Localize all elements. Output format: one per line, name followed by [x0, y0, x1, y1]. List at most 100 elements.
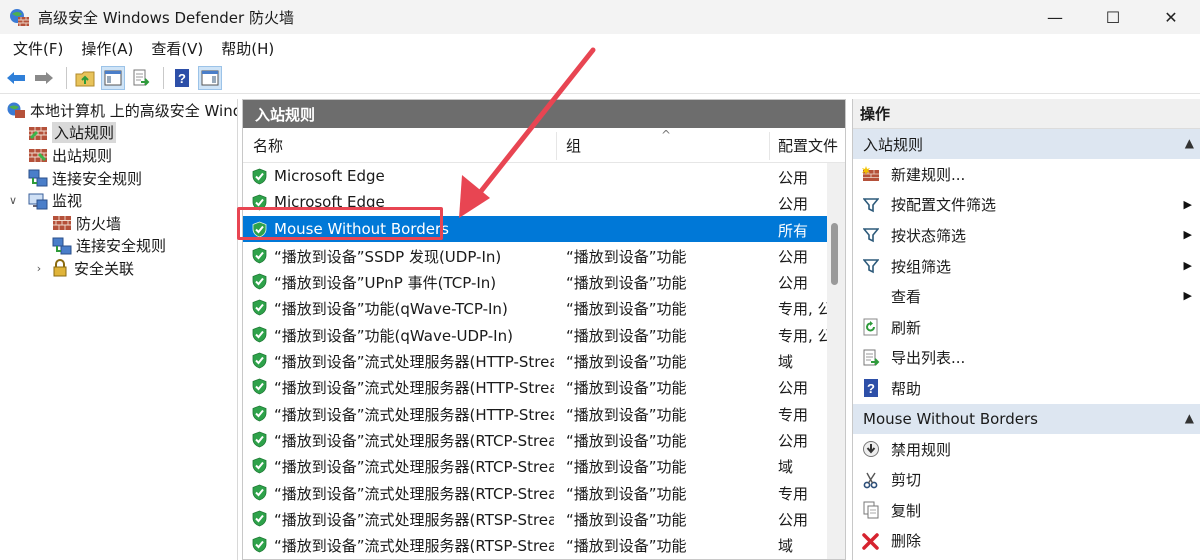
tree-item-monitoring[interactable]: ∨ 监视	[0, 189, 237, 212]
chevron-down-icon[interactable]: ∨	[6, 194, 20, 207]
action-item[interactable]: 按状态筛选 ▶	[853, 220, 1200, 251]
show-hide-console-tree-button[interactable]	[101, 65, 125, 90]
export-list-button[interactable]	[129, 66, 153, 90]
actions-section-inbound-rules[interactable]: 入站规则 ▲	[853, 129, 1200, 159]
table-row[interactable]: “播放到设备”流式处理服务器(RTCP-Streaming-In) “播放到设备”…	[243, 426, 828, 452]
table-row[interactable]: Microsoft Edge 公用	[243, 163, 828, 189]
tree-item-connection-security-rules[interactable]: 连接安全规则	[0, 167, 237, 190]
action-label: 新建规则...	[891, 165, 966, 184]
close-icon: ✕	[1164, 7, 1178, 27]
action-label: 查看	[891, 288, 922, 307]
action-item[interactable]: 新建规则...	[853, 159, 1200, 190]
actions-section-selected-rule[interactable]: Mouse Without Borders ▲	[853, 403, 1200, 434]
toolbar-separator	[163, 66, 164, 89]
action-item[interactable]: 复制	[853, 495, 1200, 526]
action-label: 按组筛选	[891, 257, 952, 276]
tree-item-label: 入站规则	[52, 122, 117, 144]
column-divider[interactable]	[556, 132, 557, 160]
maximize-button[interactable]: ☐	[1084, 0, 1142, 34]
submenu-arrow-icon: ▶	[1183, 289, 1192, 303]
submenu-arrow-icon: ▶	[1183, 258, 1192, 272]
rule-profile-cell: 域	[778, 458, 794, 477]
table-row[interactable]: “播放到设备”UPnP 事件(TCP-In) “播放到设备”功能 公用	[243, 268, 828, 294]
close-button[interactable]: ✕	[1142, 0, 1200, 34]
tree-item-inbound-rules[interactable]: 入站规则	[0, 122, 237, 145]
table-row[interactable]: “播放到设备”流式处理服务器(RTSP-Streaming-In) “播放到设备”…	[243, 531, 828, 557]
action-item[interactable]: 剪切	[853, 464, 1200, 495]
firewall-root-icon	[6, 101, 26, 119]
show-hide-action-pane-button[interactable]	[198, 65, 222, 90]
collapse-up-icon[interactable]: ▲	[1185, 136, 1194, 150]
chevron-right-icon[interactable]: ›	[32, 262, 46, 275]
table-row[interactable]: “播放到设备”功能(qWave-TCP-In) “播放到设备”功能 专用, 公用	[243, 294, 828, 320]
submenu-arrow-icon: ▶	[1183, 197, 1192, 211]
column-divider[interactable]	[769, 132, 770, 160]
rule-name-cell: “播放到设备”流式处理服务器(HTTP-Streaming-In)	[274, 379, 554, 398]
filter-icon	[861, 195, 881, 215]
table-row[interactable]: “播放到设备”功能(qWave-UDP-In) “播放到设备”功能 专用, 公用	[243, 321, 828, 347]
action-item[interactable]: 按组筛选 ▶	[853, 251, 1200, 282]
table-row[interactable]: “播放到设备”流式处理服务器(RTCP-Streaming-In) “播放到设备”…	[243, 452, 828, 478]
tree-item-label: 出站规则	[52, 146, 113, 165]
action-item[interactable]: 刷新	[853, 312, 1200, 343]
table-row[interactable]: “播放到设备”流式处理服务器(HTTP-Streaming-In) “播放到设备”…	[243, 400, 828, 426]
menu-bar: 文件(F) 操作(A) 查看(V) 帮助(H)	[0, 34, 1200, 62]
rule-profile-cell: 公用	[778, 195, 809, 214]
rule-group-cell: “播放到设备”功能	[566, 537, 687, 556]
tree-root[interactable]: 本地计算机 上的高级安全 Windows Defender 防火墙	[0, 99, 237, 122]
action-item[interactable]: 导出列表...	[853, 343, 1200, 374]
connection-security-icon	[52, 237, 72, 255]
help-icon: ?	[861, 378, 881, 398]
rule-group-cell: “播放到设备”功能	[566, 379, 687, 398]
svg-text:?: ?	[867, 381, 875, 396]
table-row[interactable]: “播放到设备”流式处理服务器(HTTP-Streaming-In) “播放到设备”…	[243, 373, 828, 399]
enabled-rule-icon	[251, 273, 268, 290]
firewall-app-icon	[8, 6, 30, 28]
action-label: 按配置文件筛选	[891, 196, 997, 215]
forward-button[interactable]	[32, 66, 56, 90]
tree-item-label: 防火墙	[76, 214, 122, 233]
tree-root-label: 本地计算机 上的高级安全 Windows Defender 防火墙	[30, 101, 237, 120]
menu-action[interactable]: 操作(A)	[72, 38, 142, 59]
submenu-arrow-icon: ▶	[1183, 228, 1192, 242]
rule-profile-cell: 专用, 公用	[778, 326, 828, 345]
action-item[interactable]: 按配置文件筛选 ▶	[853, 190, 1200, 221]
column-header-group[interactable]: 组	[566, 135, 581, 156]
help-button[interactable]: ?	[170, 66, 194, 90]
action-item[interactable]: 删除	[853, 526, 1200, 557]
rule-profile-cell: 公用	[778, 510, 809, 529]
action-label: 禁用规则	[891, 440, 952, 459]
tree-item-outbound-rules[interactable]: 出站规则	[0, 144, 237, 167]
blank-icon	[861, 287, 881, 307]
back-button[interactable]	[4, 66, 28, 90]
menu-file[interactable]: 文件(F)	[4, 38, 72, 59]
window-title: 高级安全 Windows Defender 防火墙	[38, 8, 294, 27]
tree-item-security-associations[interactable]: › 安全关联	[0, 257, 237, 280]
column-header-profile[interactable]: 配置文件	[778, 135, 838, 156]
tree-item-label: 连接安全规则	[52, 169, 143, 188]
action-item[interactable]: 禁用规则	[853, 434, 1200, 465]
table-row[interactable]: “播放到设备”流式处理服务器(RTSP-Streaming-In) “播放到设备”…	[243, 505, 828, 531]
collapse-up-icon[interactable]: ▲	[1185, 411, 1194, 425]
table-row[interactable]: “播放到设备”SSDP 发现(UDP-In) “播放到设备”功能 公用	[243, 242, 828, 268]
scrollbar-thumb[interactable]	[831, 223, 838, 285]
enabled-rule-icon	[251, 168, 268, 185]
show-hide-action-pane-icon	[201, 70, 219, 85]
column-header-name[interactable]: 名称	[253, 135, 283, 156]
action-item[interactable]: 查看 ▶	[853, 281, 1200, 312]
menu-help[interactable]: 帮助(H)	[212, 38, 283, 59]
rule-group-cell: “播放到设备”功能	[566, 353, 687, 372]
enabled-rule-icon	[251, 378, 268, 395]
enabled-rule-icon	[251, 247, 268, 264]
filter-icon	[861, 225, 881, 245]
minimize-button[interactable]: —	[1026, 0, 1084, 34]
table-row[interactable]: “播放到设备”流式处理服务器(RTCP-Streaming-In) “播放到设备”…	[243, 479, 828, 505]
tree-item-firewall[interactable]: 防火墙	[0, 212, 237, 235]
rule-group-cell: “播放到设备”功能	[566, 431, 687, 450]
menu-view[interactable]: 查看(V)	[142, 38, 212, 59]
action-item[interactable]: ? 帮助	[853, 373, 1200, 404]
tree-item-monitor-connection-security-rules[interactable]: 连接安全规则	[0, 235, 237, 258]
table-row[interactable]: “播放到设备”流式处理服务器(HTTP-Streaming-In) “播放到设备”…	[243, 347, 828, 373]
up-level-button[interactable]	[73, 66, 97, 90]
vertical-scrollbar[interactable]	[827, 163, 845, 559]
